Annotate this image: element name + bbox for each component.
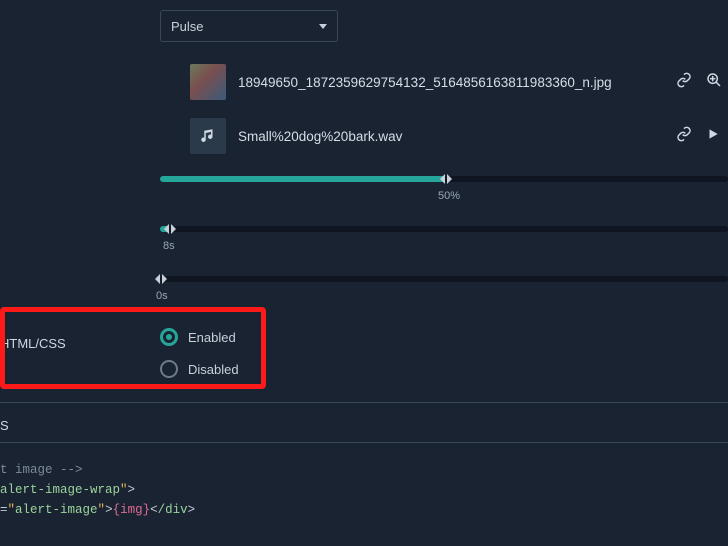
delay-slider-track[interactable] [160, 276, 728, 282]
audio-file-actions [676, 126, 720, 142]
volume-slider-value: 50% [438, 190, 460, 202]
chevron-down-icon [319, 24, 327, 29]
duration-slider-handle[interactable] [162, 221, 178, 237]
code-eq: = [0, 503, 8, 517]
duration-slider-value: 8s [163, 240, 175, 252]
animation-dropdown[interactable]: Pulse [160, 10, 338, 42]
code-comment: t image --> [0, 463, 83, 477]
code-divclose: /div [158, 503, 188, 517]
htmlcss-radio-group: Enabled Disabled [160, 324, 239, 382]
zoom-icon[interactable] [706, 72, 722, 88]
code-var: {img} [113, 503, 151, 517]
section-divider [0, 442, 728, 443]
code-cls-1: alert-image-wrap [0, 483, 120, 497]
htmlcss-label: HTML/CSS [0, 336, 66, 351]
image-file-row: 18949650_1872359629754132_51648561638119… [190, 64, 612, 100]
radio-disabled[interactable]: Disabled [160, 356, 239, 382]
image-file-actions [676, 72, 722, 88]
code-cls-2: alert-image [15, 503, 98, 517]
volume-slider-fill [160, 176, 444, 182]
s-label: S [0, 418, 9, 433]
image-file-name: 18949650_1872359629754132_51648561638119… [238, 75, 612, 90]
section-divider [0, 402, 728, 403]
play-icon[interactable] [706, 127, 720, 141]
radio-dot-icon [160, 328, 178, 346]
audio-thumbnail [190, 118, 226, 154]
radio-enabled[interactable]: Enabled [160, 324, 239, 350]
duration-slider-track[interactable] [160, 226, 728, 232]
link-icon[interactable] [676, 72, 692, 88]
link-icon[interactable] [676, 126, 692, 142]
radio-disabled-label: Disabled [188, 362, 239, 377]
delay-slider-value: 0s [156, 290, 168, 302]
volume-slider-handle[interactable] [438, 171, 454, 187]
image-thumbnail [190, 64, 226, 100]
code-editor-content: t image --> alert-image-wrap"> ="alert-i… [0, 460, 195, 520]
audio-file-name: Small%20dog%20bark.wav [238, 129, 402, 144]
audio-file-row: Small%20dog%20bark.wav [190, 118, 402, 154]
radio-circle-icon [160, 360, 178, 378]
radio-enabled-label: Enabled [188, 330, 236, 345]
delay-slider-handle[interactable] [153, 271, 169, 287]
dropdown-selected-label: Pulse [171, 19, 204, 34]
